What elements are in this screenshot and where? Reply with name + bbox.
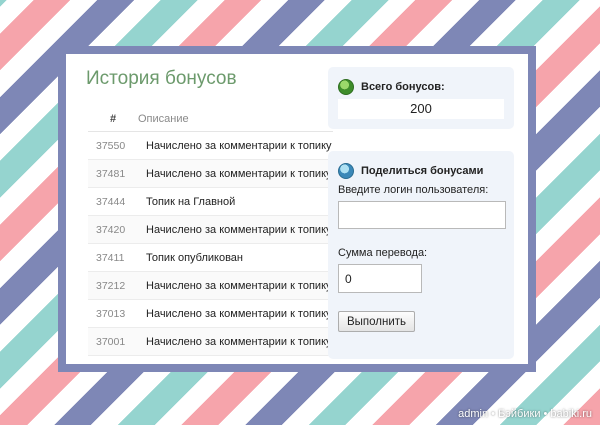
row-description: Начислено за комментарии к топику — [138, 271, 333, 300]
table-row: 37420 Начислено за комментарии к топику — [88, 215, 333, 244]
bonus-history-table: # Описание 37550 Начислено за комментари… — [88, 107, 333, 356]
table-row: 37550 Начислено за комментарии к топику — [88, 131, 333, 160]
content-panel: История бонусов # Описание 37550 Начисле… — [66, 54, 528, 364]
row-description: Начислено за комментарии к топику — [138, 327, 333, 356]
login-label: Введите логин пользователя: — [338, 184, 489, 196]
total-bonuses-value: 200 — [338, 99, 504, 119]
row-id: 37550 — [88, 131, 138, 160]
table-row: 37212 Начислено за комментарии к топику — [88, 271, 333, 300]
row-id: 37001 — [88, 327, 138, 356]
amount-input[interactable] — [338, 264, 422, 293]
total-bonuses-box: Всего бонусов: 200 — [328, 67, 514, 129]
row-description: Топик опубликован — [138, 243, 333, 272]
row-id: 37444 — [88, 187, 138, 216]
login-input[interactable] — [338, 201, 506, 229]
table-row: 37013 Начислено за комментарии к топику — [88, 299, 333, 328]
total-bonuses-header: Всего бонусов: — [338, 79, 445, 95]
share-bonuses-box: Поделиться бонусами Введите логин пользо… — [328, 151, 514, 359]
share-bonuses-title: Поделиться бонусами — [361, 165, 484, 177]
row-description: Начислено за комментарии к топику — [138, 299, 333, 328]
table-row: 37411 Топик опубликован — [88, 243, 333, 272]
content-frame: История бонусов # Описание 37550 Начисле… — [58, 46, 536, 372]
table-row: 37444 Топик на Главной — [88, 187, 333, 216]
share-globe-icon — [338, 163, 354, 179]
watermark: admin • Бэйбики • babiki.ru — [458, 408, 592, 420]
row-id: 37411 — [88, 243, 138, 272]
submit-button[interactable]: Выполнить — [338, 311, 416, 332]
amount-label: Сумма перевода: — [338, 247, 428, 259]
row-description: Начислено за комментарии к топику — [138, 159, 333, 188]
table-row: 37481 Начислено за комментарии к топику — [88, 159, 333, 188]
row-id: 37013 — [88, 299, 138, 328]
share-bonuses-header: Поделиться бонусами — [338, 163, 483, 179]
column-header-description: Описание — [138, 107, 333, 132]
page-title: История бонусов — [86, 68, 237, 89]
row-description: Начислено за комментарии к топику — [138, 215, 333, 244]
total-bonuses-label: Всего бонусов: — [361, 81, 445, 93]
table-row: 37001 Начислено за комментарии к топику — [88, 327, 333, 356]
row-description: Топик на Главной — [138, 187, 333, 216]
column-header-id: # — [88, 107, 138, 132]
row-description: Начислено за комментарии к топику — [138, 131, 333, 160]
table-header-row: # Описание — [88, 107, 333, 132]
row-id: 37420 — [88, 215, 138, 244]
row-id: 37481 — [88, 159, 138, 188]
globe-icon — [338, 79, 354, 95]
row-id: 37212 — [88, 271, 138, 300]
